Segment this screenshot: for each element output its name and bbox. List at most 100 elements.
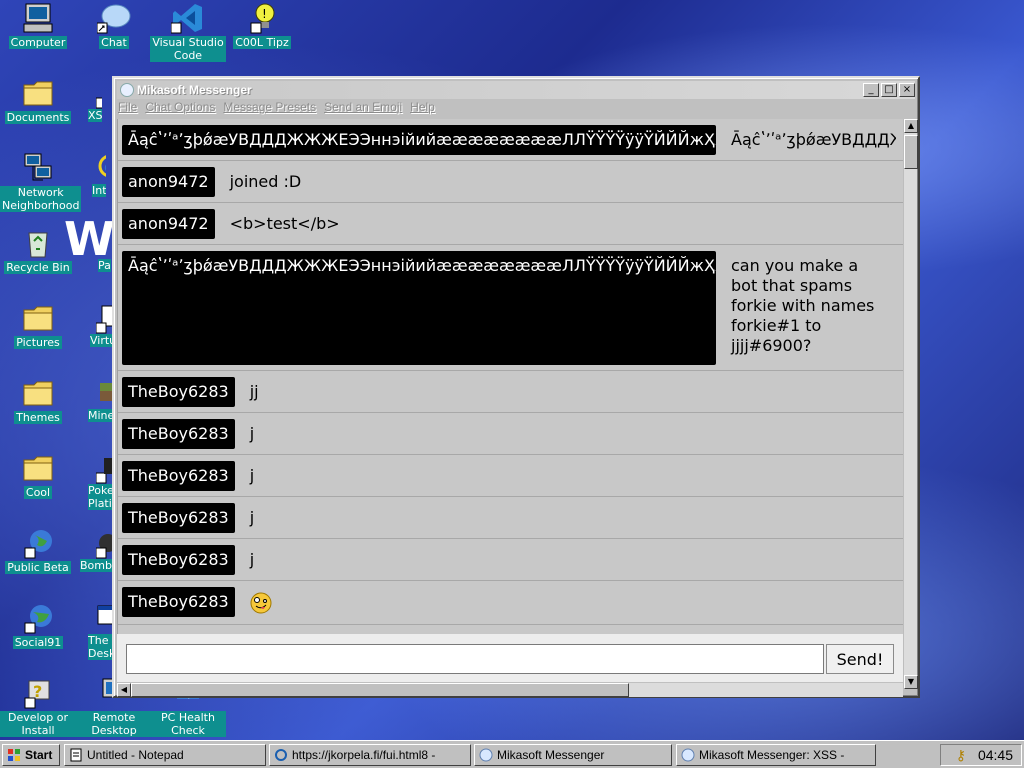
desktop-icon-the-desk[interactable]: The Desk [88,602,112,664]
message-username: anon9472 [122,167,215,197]
desktop-icon-bomb[interactable]: Bomb [80,527,112,587]
vertical-scrollbar[interactable]: ▲ ▼ [903,119,918,689]
message-username: TheBoy6283 [122,545,235,575]
desktop-icon-virtual[interactable]: Virtu [90,302,112,362]
taskbar-item-browser[interactable]: https://jkorpela.fi/fui.html8 - [269,744,471,766]
message-username: TheBoy6283 [122,419,235,449]
message-row: TheBoy6283 j [118,455,903,497]
messenger-icon [479,748,493,762]
message-username: anon9472 [122,209,215,239]
desktop-icon-chat[interactable]: Chat [76,2,152,49]
folder-icon [21,77,55,109]
message-text [235,587,272,619]
message-text: j [249,466,255,485]
vscode-icon [170,2,205,34]
message-text: j [249,550,255,569]
minimize-button[interactable]: _ [863,83,879,97]
desktop-icon-develop-or-install[interactable]: ? Develop or Install [0,677,76,737]
message-username: TheBoy6283 [122,461,235,491]
folder-icon [21,302,55,334]
message-input[interactable] [126,644,824,674]
taskbar-item-messenger[interactable]: Mikasoft Messenger [474,744,672,766]
message-row: ĀąĉʽʼʹᵃʼʒþǿæУВДДДЖЖЖЕЭЭннэійийææææææææЛЛ… [118,119,903,161]
clock[interactable]: 04:45 [978,747,1013,763]
title-bar[interactable]: Mikasoft Messenger _ □ × [117,81,915,99]
system-tray: ⚷ 04:45 [940,744,1022,766]
desktop-icon-internet-explorer[interactable]: e Inte Explo [92,152,106,212]
desktop-icon-cool[interactable]: Cool [0,452,76,499]
paint-icon: W [64,215,112,266]
menu-chat-options[interactable]: Chat Options [145,100,215,118]
maximize-button[interactable]: □ [881,83,897,97]
app-icon [96,602,112,634]
message-username: TheBoy6283 [122,377,235,407]
message-text: jj [249,382,259,401]
message-username: TheBoy6283 [122,587,235,617]
message-row: TheBoy6283 j [118,413,903,455]
desktop-icon-computer[interactable]: Computer [0,2,76,49]
message-username: ĀąĉʽʼʹᵃʼʒþǿæУВДДДЖЖЖЕЭЭннэійийææææææææЛЛ… [122,125,716,155]
start-button[interactable]: Start [2,744,60,766]
menu-file[interactable]: File [118,100,137,118]
send-button[interactable]: Send! [826,644,894,674]
desktop-icon-social91[interactable]: Social91 [0,602,76,649]
browser-icon [274,748,288,762]
globe-icon [21,527,55,559]
key-icon[interactable]: ⚷ [956,747,966,764]
menu-send-an-emoji[interactable]: Send an Emoji [324,100,402,118]
chat-log[interactable]: ĀąĉʽʼʹᵃʼʒþǿæУВДДДЖЖЖЕЭЭннэійийææææææææЛЛ… [117,119,903,634]
app-icon [95,452,112,484]
scroll-down-button[interactable]: ▼ [904,675,918,689]
menu-help[interactable]: Help [410,100,435,118]
taskbar-item-label: https://jkorpela.fi/fui.html8 - [292,748,436,762]
arrow-down-icon: ▼ [907,677,915,686]
network-icon [21,152,55,184]
internet-explorer-icon: e [96,152,106,184]
taskbar-item-messenger-xss[interactable]: Mikasoft Messenger: XSS - [676,744,876,766]
desktop-icon-xss[interactable]: XSS [88,77,102,137]
message-row: TheBoy6283 [118,581,903,625]
desktop-icon-cool-tips[interactable]: ! C00L Tipz [224,2,300,49]
desktop-icon-pokemon[interactable]: Poke Plati [88,452,112,514]
vertical-scroll-thumb[interactable] [904,135,918,169]
desktop-icon-documents[interactable]: Documents [0,77,76,124]
message-text: ĀąĉʽʼʹᵃʼʒþǿæУВДДДЖЖЖ [731,130,896,149]
desktop-icon-pictures[interactable]: Pictures [0,302,76,349]
svg-text:W: W [64,215,112,259]
taskbar: Start Untitled - Notepad https://jkorpel… [0,740,1024,768]
message-text: joined :D [229,172,302,191]
desktop-icon-network[interactable]: Network Neighborhood [0,152,82,212]
messenger-icon [681,748,695,762]
message-username: TheBoy6283 [122,503,235,533]
scroll-left-button[interactable]: ◀ [117,683,131,697]
message-text: j [249,508,255,527]
chat-icon [96,2,131,34]
message-text: <b>test</b> [229,214,340,233]
folder-icon [21,452,55,484]
message-row: anon9472 joined :D [118,161,903,203]
arrow-up-icon: ▲ [907,121,915,130]
desktop-icon-paint[interactable]: W Pa [64,215,112,277]
message-text: j [249,424,255,443]
menu-message-presets[interactable]: Message Presets [223,100,316,118]
desktop-icon-vscode[interactable]: Visual Studio Code [150,2,226,62]
desktop-icon-themes[interactable]: Themes [0,377,76,424]
message-username: ĀąĉʽʼʹᵃʼʒþǿæУВДДДЖЖЖЕЭЭннэійийææææææææЛЛ… [122,251,716,365]
start-label: Start [25,748,53,762]
close-button[interactable]: × [899,83,915,97]
horizontal-scroll-thumb[interactable] [131,683,629,697]
taskbar-item-label: Mikasoft Messenger [497,748,605,762]
chat-icon [95,77,102,109]
minecraft-icon [96,377,112,409]
desktop-icon-minecraft[interactable]: Mine [88,377,112,437]
svg-text:e: e [104,157,106,176]
svg-text:!: ! [262,7,267,21]
horizontal-scrollbar[interactable]: ◀ [117,683,903,697]
minimize-icon: _ [868,84,874,95]
taskbar-item-label: Untitled - Notepad [87,748,184,762]
tips-icon: ! [245,2,279,34]
scroll-up-button[interactable]: ▲ [904,119,918,133]
taskbar-item-notepad[interactable]: Untitled - Notepad [64,744,266,766]
taskbar-item-label: Mikasoft Messenger: XSS - [699,748,845,762]
desktop-icon-public-beta[interactable]: Public Beta [0,527,76,574]
